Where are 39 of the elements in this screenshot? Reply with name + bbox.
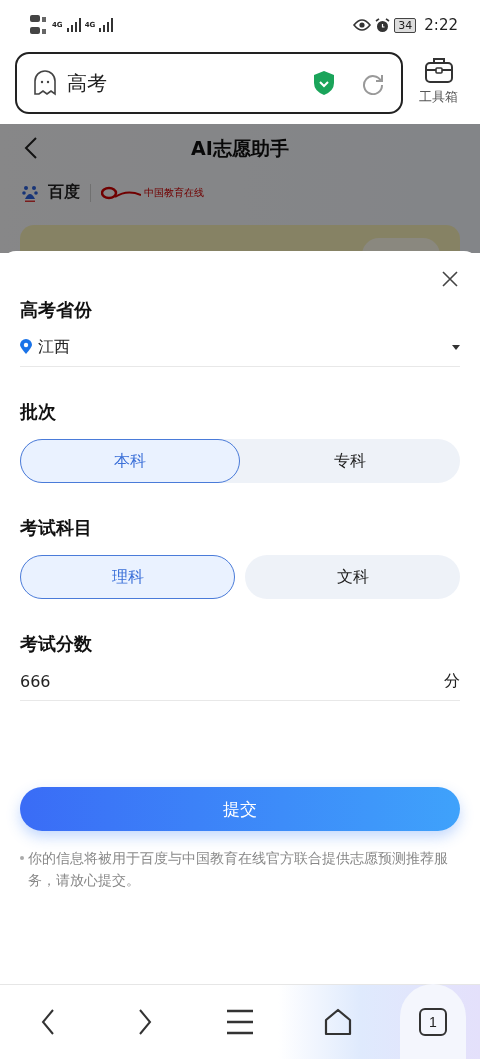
field-label: 高考省份: [20, 298, 92, 322]
hd-icon: [30, 14, 48, 36]
search-query: 高考: [67, 69, 108, 97]
back-icon[interactable]: [24, 136, 38, 160]
eye-icon: [353, 19, 372, 31]
option-button[interactable]: 理科: [20, 555, 235, 599]
privacy-notice: 你的信息将被用于百度与中国教育在线官方联合提供志愿预测推荐服务，请放心提交。: [28, 849, 449, 890]
location-pin-icon: [20, 339, 32, 355]
option-button[interactable]: 专科: [240, 439, 460, 483]
signal-icon: [66, 18, 81, 32]
province-select[interactable]: 江西: [20, 328, 460, 367]
battery-level: 34: [394, 17, 417, 33]
toolbox-icon: [423, 56, 454, 84]
toolbox-button[interactable]: 工具箱: [413, 52, 464, 107]
shield-icon: [313, 70, 335, 96]
unit-label: 分: [444, 670, 460, 692]
score-input[interactable]: 666 分: [20, 662, 460, 701]
clock-time: 2:22: [424, 16, 458, 34]
field-label: 考试科目: [20, 516, 92, 540]
alarm-icon: [375, 17, 391, 33]
address-bar[interactable]: 高考: [15, 52, 403, 114]
page-title: AI志愿助手: [191, 136, 289, 161]
signal-icon: [99, 18, 114, 32]
field-label: 批次: [20, 400, 56, 424]
field-label: 考试分数: [20, 632, 92, 656]
brand-logo-text: 中国教育在线: [144, 185, 204, 200]
bullet-dot: [20, 856, 24, 860]
dropdown-caret-icon: [452, 344, 460, 350]
brand-logo-text: 百度: [48, 182, 80, 203]
tab-count: 1: [419, 1007, 447, 1036]
submit-button[interactable]: 提交: [20, 787, 460, 831]
menu-icon: [227, 1008, 256, 1036]
ghost-icon: [33, 70, 57, 96]
swoosh-logo-icon: [101, 184, 141, 201]
tabs-button[interactable]: 1: [400, 984, 466, 1059]
home-icon: [323, 1008, 352, 1036]
option-button[interactable]: 文科: [245, 555, 460, 599]
option-button[interactable]: 本科: [20, 439, 240, 483]
paw-icon: [22, 183, 38, 202]
